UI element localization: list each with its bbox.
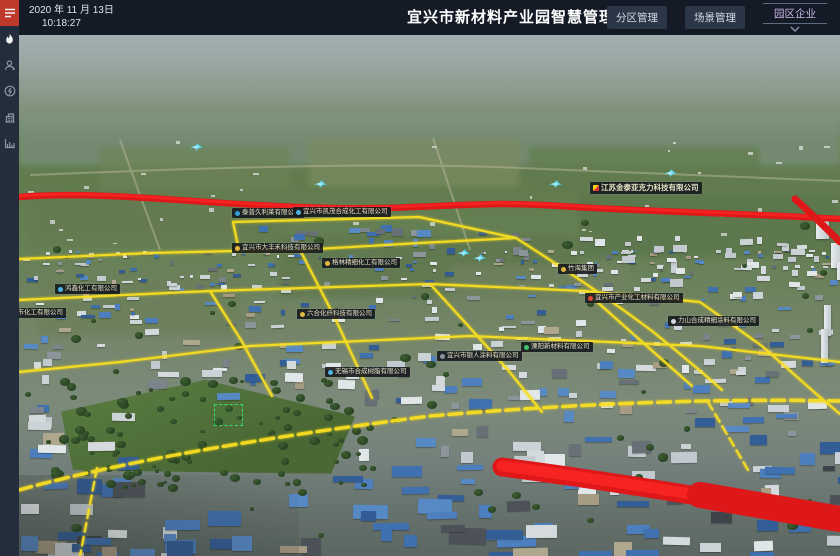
time-label: 10:18:27 xyxy=(42,17,114,30)
flame-icon xyxy=(4,33,15,45)
atmosphere-tint xyxy=(19,35,840,556)
scene-manage-button[interactable]: 场景管理 xyxy=(685,6,745,29)
menu-icon xyxy=(4,8,16,18)
power-icon xyxy=(4,85,16,97)
person-icon xyxy=(4,60,16,71)
sidebar-item-energy[interactable] xyxy=(0,78,19,104)
header: 2020 年 11 月 13日 10:18:27 宜兴市新材料产业园智慧管理平台… xyxy=(19,0,840,35)
bank-icon xyxy=(4,112,16,123)
sidebar-item-statistics[interactable] xyxy=(0,130,19,156)
chevron-down-icon xyxy=(788,26,802,32)
menu-toggle-button[interactable] xyxy=(0,0,19,26)
dropdown-label: 园区企业 xyxy=(763,3,827,24)
app-window: 2020 年 11 月 13日 10:18:27 宜兴市新材料产业园智慧管理平台… xyxy=(0,0,840,556)
datetime: 2020 年 11 月 13日 10:18:27 xyxy=(29,4,114,30)
sidebar-item-fire-monitor[interactable] xyxy=(0,26,19,52)
map-3d-view[interactable]: 泰普久利莱有限公司宜兴市凯茂合成化工有限公司宜兴市大丰禾科技有限公司格林精细化工… xyxy=(19,35,840,556)
zone-manage-button[interactable]: 分区管理 xyxy=(607,6,667,29)
sidebar-item-personnel[interactable] xyxy=(0,52,19,78)
sidebar-item-enterprise[interactable] xyxy=(0,104,19,130)
date-label: 2020 年 11 月 13日 xyxy=(29,4,114,17)
bar-chart-icon xyxy=(4,138,16,149)
park-enterprise-dropdown[interactable]: 园区企业 xyxy=(763,3,827,32)
sidebar xyxy=(0,0,19,556)
header-actions: 分区管理 场景管理 园区企业 xyxy=(607,0,827,35)
